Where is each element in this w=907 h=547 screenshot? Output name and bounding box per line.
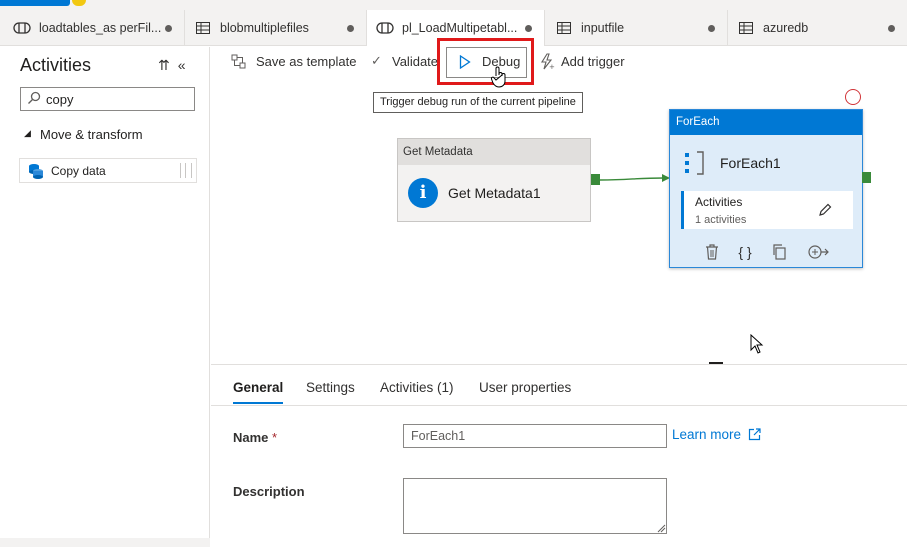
- tab-loadtables[interactable]: loadtables_as perFil...: [0, 10, 185, 46]
- tab-activities[interactable]: Activities (1): [380, 380, 454, 395]
- top-strip: [0, 0, 907, 10]
- unsaved-indicator: [708, 25, 715, 32]
- activities-sidebar: [0, 47, 210, 547]
- unsaved-indicator: [525, 25, 532, 32]
- dataset-icon: [555, 21, 573, 35]
- learn-more-link[interactable]: Learn more: [672, 427, 741, 442]
- drag-handle-icon[interactable]: [180, 163, 192, 178]
- add-output-icon[interactable]: [807, 243, 829, 261]
- group-move-transform[interactable]: Move & transform: [40, 127, 143, 142]
- inner-activities-label: Activities: [695, 195, 743, 209]
- edit-pencil-icon[interactable]: [818, 203, 832, 217]
- azure-logo: [0, 0, 70, 6]
- external-link-icon[interactable]: [748, 428, 761, 441]
- inner-activities-count: 1 activities: [695, 214, 747, 226]
- foreach-icon: [685, 151, 704, 175]
- tab-user-properties[interactable]: User properties: [479, 380, 571, 395]
- activity-label: Copy data: [51, 164, 106, 178]
- tab-label: pl_LoadMultipetabl...: [402, 21, 518, 35]
- checkmark-icon: ✓: [371, 53, 382, 68]
- validate-button[interactable]: Validate: [392, 54, 438, 69]
- svg-text:+: +: [549, 63, 555, 70]
- required-marker: *: [272, 430, 278, 445]
- save-template-icon: [231, 54, 246, 69]
- tab-inputfile[interactable]: inputfile: [545, 10, 728, 46]
- success-output-port[interactable]: [591, 174, 600, 185]
- activity-type: ForEach: [676, 116, 720, 128]
- hand-pointer-cursor-icon: [490, 66, 506, 88]
- code-braces-icon[interactable]: { }: [736, 243, 754, 261]
- tab-label: inputfile: [581, 21, 625, 35]
- arrow-cursor-icon: [750, 334, 764, 354]
- name-label: Name *: [233, 430, 277, 445]
- play-icon: [459, 55, 471, 69]
- activity-copy-data[interactable]: [19, 158, 197, 183]
- resize-grip-icon[interactable]: [657, 524, 666, 533]
- hide-panel-icon[interactable]: «: [178, 57, 194, 73]
- tab-general[interactable]: General: [233, 380, 283, 395]
- unsaved-indicator: [347, 25, 354, 32]
- collapse-controls: ⇈«: [158, 57, 194, 74]
- tab-label: blobmultiplefiles: [220, 21, 309, 35]
- clone-icon[interactable]: [771, 243, 789, 261]
- description-field[interactable]: [403, 478, 667, 534]
- name-label-text: Name: [233, 430, 269, 445]
- activity-type: Get Metadata: [403, 146, 473, 158]
- tab-blobmultiplefiles[interactable]: blobmultiplefiles: [185, 10, 367, 46]
- active-tab-indicator: [233, 402, 283, 404]
- tab-divider: [211, 405, 907, 406]
- sidebar-title: Activities: [20, 55, 92, 75]
- info-icon: i: [408, 178, 438, 208]
- caret-down-icon[interactable]: ◢: [24, 128, 31, 139]
- pipeline-icon: [376, 21, 394, 35]
- activity-connector: [600, 174, 670, 182]
- status-circle-icon: [845, 89, 861, 105]
- tab-azuredb[interactable]: azuredb: [728, 10, 907, 46]
- unsaved-indicator: [888, 25, 895, 32]
- unsaved-indicator: [165, 25, 172, 32]
- search-value: copy: [46, 92, 74, 107]
- save-as-template-button[interactable]: Save as template: [256, 54, 356, 69]
- tab-settings[interactable]: Settings: [306, 380, 355, 395]
- debug-tooltip: Trigger debug run of the current pipelin…: [373, 92, 583, 113]
- collapse-all-icon[interactable]: ⇈: [158, 57, 178, 73]
- description-label: Description: [233, 484, 305, 499]
- activity-name: ForEach1: [720, 155, 781, 171]
- sidebar-footer: [0, 538, 210, 547]
- dataset-icon: [737, 21, 755, 35]
- search-icon: [28, 91, 41, 104]
- delete-icon[interactable]: [703, 243, 721, 261]
- copy-data-icon: [29, 164, 43, 179]
- foreach-output-port[interactable]: [862, 172, 871, 183]
- name-field[interactable]: [403, 424, 667, 448]
- pipeline-icon: [13, 21, 31, 35]
- add-trigger-button[interactable]: Add trigger: [561, 54, 625, 69]
- activity-name: Get Metadata1: [448, 185, 541, 201]
- tab-label: loadtables_as perFil...: [39, 21, 162, 35]
- dataset-icon: [194, 21, 212, 35]
- tab-label: azuredb: [763, 21, 809, 35]
- trigger-icon: +: [541, 53, 555, 70]
